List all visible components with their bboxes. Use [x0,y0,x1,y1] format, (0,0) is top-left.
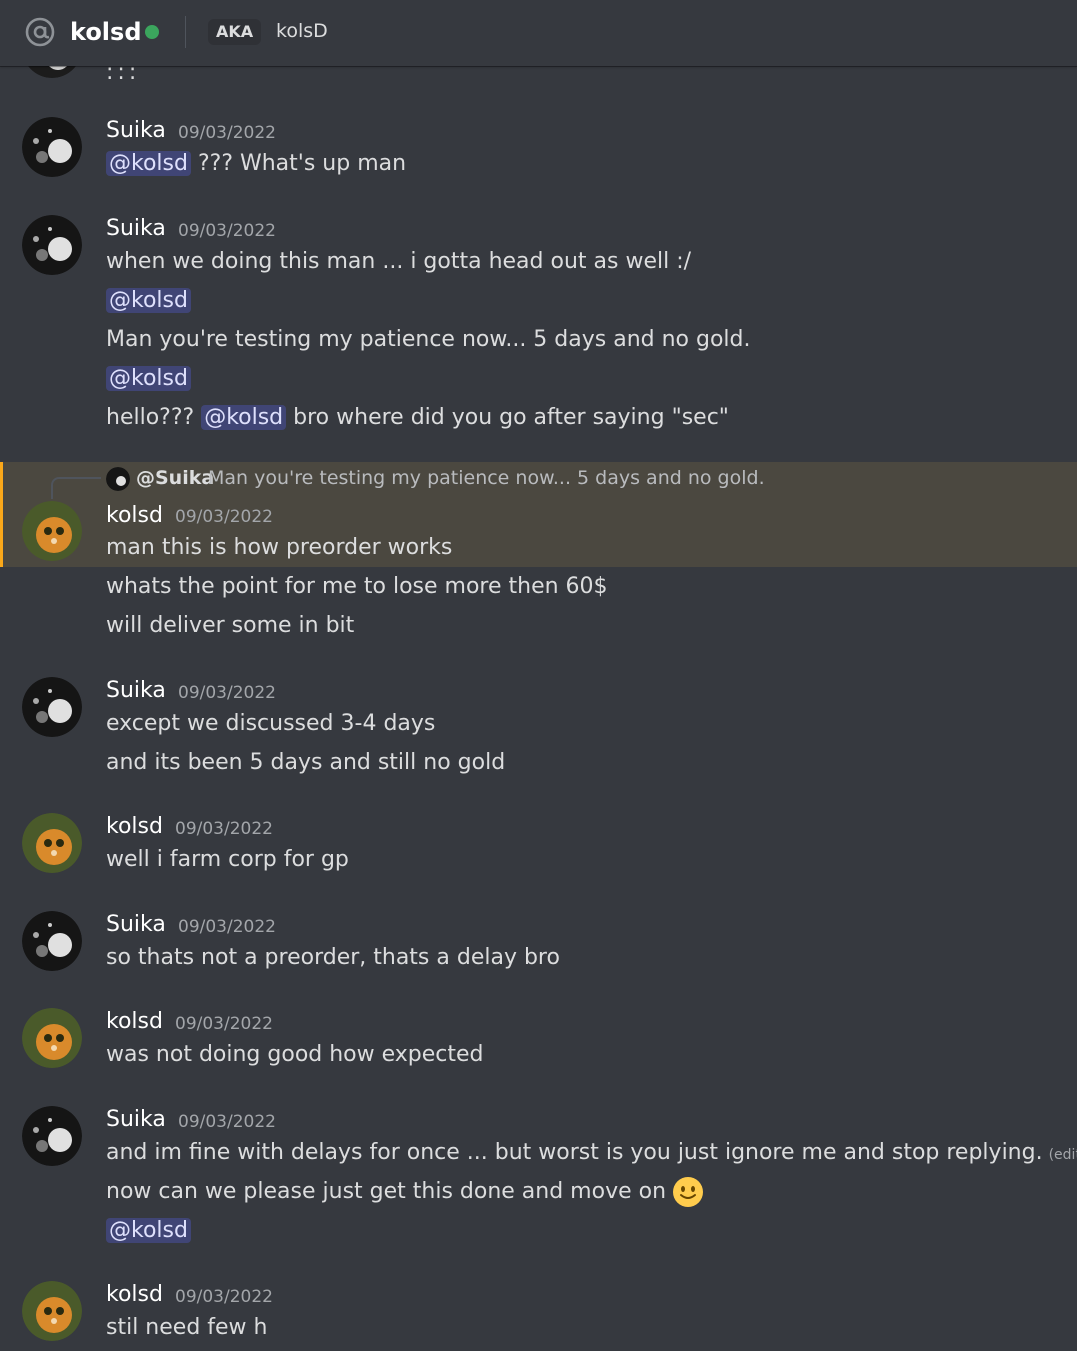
message-timestamp: 09/03/2022 [178,221,276,241]
edited-label: (edited) [1048,1147,1077,1163]
avatar-kolsd[interactable] [22,813,82,873]
message-timestamp: 09/03/2022 [175,819,273,839]
avatar-kolsd[interactable] [22,1008,82,1068]
message-timestamp: 09/03/2022 [178,683,276,703]
message-line: hello??? @kolsd bro where did you go aft… [106,405,729,430]
message-timestamp: 09/03/2022 [175,1287,273,1307]
message-line: and im fine with delays for once ... but… [106,1140,1077,1165]
user-mention[interactable]: @kolsd [106,1218,191,1243]
reply-author[interactable]: @Suika [136,467,214,489]
avatar-suika[interactable] [22,215,82,275]
reply-avatar[interactable] [106,467,130,491]
avatar-suika[interactable] [22,117,82,177]
message-author[interactable]: kolsd [106,503,163,528]
message-author[interactable]: kolsd [106,1009,163,1034]
message-line: so thats not a preorder, thats a delay b… [106,945,560,970]
user-mention[interactable]: @kolsd [106,151,191,176]
message-author[interactable]: Suika [106,678,166,703]
message-timestamp: 09/03/2022 [175,507,273,527]
avatar-kolsd[interactable] [22,501,82,561]
message-line: stil need few h [106,1315,268,1340]
message-line: whats the point for me to lose more then… [106,574,608,599]
message-line: now can we please just get this done and… [106,1176,704,1208]
message-line: @kolsd [106,1218,191,1243]
avatar-suika[interactable] [22,1106,82,1166]
message-timestamp: 09/03/2022 [175,1014,273,1034]
dm-username[interactable]: kolsd [70,18,142,46]
message-line: man this is how preorder works [106,535,453,560]
message-line: @kolsd ??? What's up man [106,151,406,176]
message-line: @kolsd [106,288,191,313]
message-line: will deliver some in bit [106,613,355,638]
message-timestamp: 09/03/2022 [178,1112,276,1132]
message-line: @kolsd [106,366,191,391]
message-line: well i farm corp for gp [106,847,349,872]
message-text: hello??? [106,405,202,430]
message-line: when we doing this man ... i gotta head … [106,249,692,274]
avatar-suika[interactable] [22,911,82,971]
message-author[interactable]: kolsd [106,814,163,839]
online-status-icon [145,25,159,39]
aka-badge[interactable]: AKA [208,19,262,45]
message-text: and im fine with delays for once ... but… [106,1140,1043,1165]
mention-highlight-bar [0,462,3,567]
slightly-smiling-face-icon[interactable] [672,1176,704,1208]
message-text: ??? What's up man [190,151,407,176]
message-text: bro where did you go after saying "sec" [286,405,729,430]
message-line: Man you're testing my patience now... 5 … [106,327,751,352]
at-icon [24,16,56,48]
message-list: ::: Suika 09/03/2022 @kolsd ??? What's u… [0,0,1077,1351]
message-timestamp: 09/03/2022 [178,123,276,143]
message-line: and its been 5 days and still no gold [106,750,506,775]
message-author[interactable]: kolsd [106,1282,163,1307]
user-mention[interactable]: @kolsd [106,288,191,313]
user-mention[interactable]: @kolsd [106,366,191,391]
avatar-suika[interactable] [22,677,82,737]
message-author[interactable]: Suika [106,216,166,241]
message-text: now can we please just get this done and… [106,1179,667,1204]
user-mention[interactable]: @kolsd [201,405,287,430]
message-line: was not doing good how expected [106,1042,484,1067]
channel-header: kolsd AKA kolsD [0,0,1077,66]
message-author[interactable]: Suika [106,912,166,937]
message-author[interactable]: Suika [106,118,166,143]
message-line: except we discussed 3-4 days [106,711,436,736]
aka-name: kolsD [276,20,328,42]
reply-preview[interactable]: Man you're testing my patience now... 5 … [208,467,765,489]
message-timestamp: 09/03/2022 [178,917,276,937]
reply-connector [51,477,101,499]
message-author[interactable]: Suika [106,1107,166,1132]
avatar-kolsd[interactable] [22,1281,82,1341]
header-divider [185,16,186,48]
